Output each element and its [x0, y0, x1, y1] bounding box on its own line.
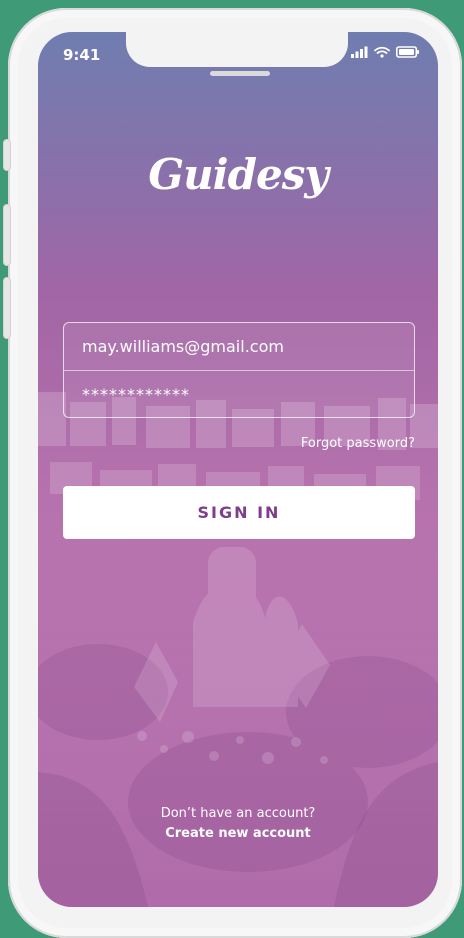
email-input[interactable] — [82, 337, 414, 356]
create-account-link[interactable]: Create new account — [38, 824, 438, 844]
password-input[interactable] — [82, 384, 414, 404]
phone-notch — [126, 32, 348, 67]
status-icons — [351, 46, 420, 58]
email-field[interactable] — [63, 322, 415, 370]
password-field[interactable] — [63, 370, 415, 418]
side-button-middle — [4, 205, 10, 265]
signal-icon — [351, 46, 368, 58]
no-account-text: Don’t have an account? — [160, 806, 316, 821]
signup-prompt: Don’t have an account? Create new accoun… — [38, 804, 438, 844]
side-button-lower — [4, 278, 10, 338]
login-form — [63, 322, 415, 418]
status-time: 9:41 — [63, 46, 101, 64]
wifi-icon — [374, 46, 390, 58]
app-logo: Guidesy — [148, 150, 329, 199]
app-screen: 9:41 Guidesy Forgot password? SIGN IN — [38, 32, 438, 907]
sign-in-button[interactable]: SIGN IN — [63, 486, 415, 539]
battery-icon — [396, 46, 419, 58]
phone-speaker — [210, 71, 270, 76]
forgot-password-link[interactable]: Forgot password? — [301, 436, 415, 451]
side-button-upper — [4, 140, 10, 170]
